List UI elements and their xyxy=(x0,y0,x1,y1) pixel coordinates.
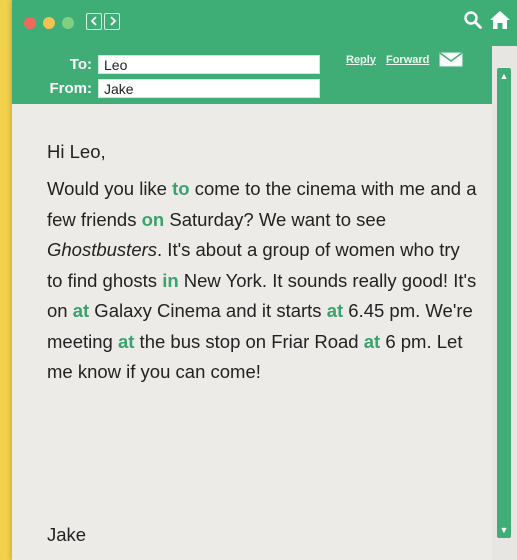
window-controls xyxy=(24,17,74,29)
email-body-pane: Hi Leo, Would you like to come to the ci… xyxy=(12,104,492,560)
envelope-icon[interactable] xyxy=(439,52,463,67)
from-label: From: xyxy=(49,79,93,97)
reply-link[interactable]: Reply xyxy=(346,54,376,66)
message-body: Would you like to come to the cinema wit… xyxy=(47,174,477,388)
top-icons xyxy=(463,9,511,31)
movie-title: Ghostbusters xyxy=(47,239,158,260)
highlighted-word: at xyxy=(72,300,90,321)
highlighted-word: at xyxy=(117,330,135,352)
forward-nav-button[interactable] xyxy=(104,13,120,30)
forward-link[interactable]: Forward xyxy=(386,54,429,66)
body-text: Saturday? We want to see xyxy=(164,208,387,230)
body-text: Galaxy Cinema and it starts xyxy=(89,300,327,321)
signoff: Jake xyxy=(47,524,87,545)
email-window: To: Leo From: Jake Reply Forward Hi Leo,… xyxy=(12,0,517,560)
title-bar xyxy=(12,0,517,46)
body-text: the bus stop on Friar Road xyxy=(134,330,364,352)
minimize-button[interactable] xyxy=(43,17,55,29)
body-text: Would you like xyxy=(47,178,173,199)
chevron-left-icon xyxy=(90,16,97,26)
to-field[interactable]: Leo xyxy=(98,54,320,74)
chevron-right-icon xyxy=(109,16,116,26)
highlighted-word: to xyxy=(172,178,190,199)
highlighted-word: in xyxy=(162,269,179,291)
navigation-buttons xyxy=(86,13,120,30)
zoom-button[interactable] xyxy=(62,17,74,29)
scroll-up-icon[interactable]: ▲ xyxy=(498,70,510,82)
highlighted-word: at xyxy=(326,300,344,321)
from-row: From: Jake xyxy=(12,78,320,98)
highlighted-word: on xyxy=(141,208,165,230)
scrollbar-track[interactable] xyxy=(497,68,511,538)
highlighted-word: at xyxy=(363,330,381,352)
close-button[interactable] xyxy=(24,17,36,29)
to-row: To: Leo xyxy=(12,54,320,74)
scrollbar[interactable]: ▲ ▼ xyxy=(492,46,517,560)
email-actions: Reply Forward xyxy=(346,52,463,67)
email-header: To: Leo From: Jake Reply Forward xyxy=(12,46,517,104)
greeting: Hi Leo, xyxy=(47,141,106,162)
back-button[interactable] xyxy=(86,13,102,30)
search-icon[interactable] xyxy=(463,10,483,30)
to-label: To: xyxy=(69,55,92,73)
scroll-down-icon[interactable]: ▼ xyxy=(498,524,510,536)
home-icon[interactable] xyxy=(489,9,511,31)
from-field[interactable]: Jake xyxy=(98,78,320,98)
